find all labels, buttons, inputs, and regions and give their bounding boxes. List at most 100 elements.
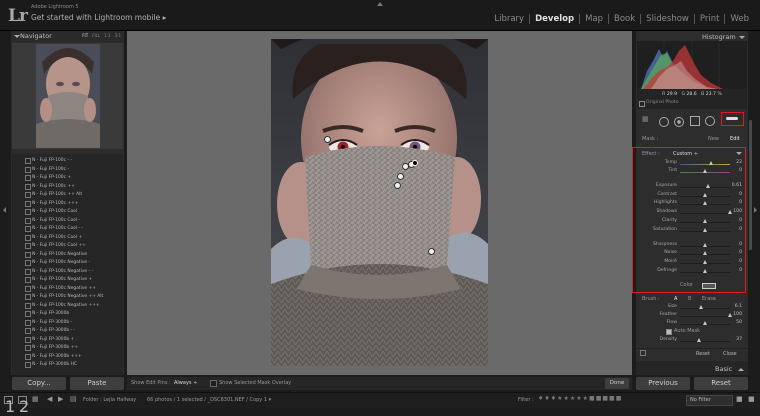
preset-icon bbox=[25, 319, 31, 326]
zoom-3-1[interactable]: 3:1 bbox=[115, 33, 121, 38]
preset-label: N - Fuji FP-100c Negative bbox=[32, 251, 88, 257]
navigator-preview[interactable] bbox=[12, 43, 123, 149]
preset-item[interactable]: N - Fuji FP-100c - bbox=[25, 166, 69, 173]
preset-item[interactable]: N - Fuji FP-100c ++ bbox=[25, 183, 75, 190]
show-edit-pins-label: Show Edit Pins : bbox=[131, 380, 171, 386]
preset-label: N - Fuji FP-100c Negative ++ bbox=[32, 285, 96, 291]
density-slider: Density 37 bbox=[636, 31, 748, 375]
lightroom-logo: Lr bbox=[8, 6, 28, 26]
brush-toggle-switch-icon[interactable] bbox=[640, 350, 646, 356]
folder-icon: ▤ bbox=[70, 395, 77, 403]
preset-item[interactable]: N - Fuji FP-100c +++ bbox=[25, 200, 78, 207]
module-print[interactable]: Print bbox=[693, 14, 725, 24]
show-edit-pins-select[interactable]: Always ÷ bbox=[174, 380, 197, 386]
preset-icon bbox=[25, 294, 31, 300]
filter-select[interactable]: No Filter bbox=[686, 395, 733, 406]
preset-label: N - Fuji FP-3000b - bbox=[32, 319, 73, 325]
forward-arrow-icon[interactable]: ▶ bbox=[58, 395, 63, 403]
preset-item[interactable]: N - Fuji FP-3000b +++ bbox=[25, 353, 82, 360]
adjustment-pin-selected[interactable] bbox=[412, 160, 418, 166]
paste-button[interactable]: Paste bbox=[70, 377, 124, 390]
module-develop[interactable]: Develop bbox=[529, 14, 579, 24]
zoom-fit[interactable]: FIT bbox=[82, 33, 88, 38]
back-arrow-icon[interactable]: ◀ bbox=[47, 395, 52, 403]
folder-path[interactable]: Folder : Lejla Hallway bbox=[83, 397, 136, 403]
previous-button[interactable]: Previous bbox=[636, 377, 690, 390]
module-web[interactable]: Web bbox=[724, 14, 754, 24]
preset-icon bbox=[25, 217, 31, 224]
filter-lock-icon[interactable]: ■ bbox=[736, 395, 743, 403]
preset-item[interactable]: N - Fuji FP-100c Negative bbox=[25, 251, 88, 258]
navigator-header[interactable]: Navigator FIT FILL 1:1 3:1 bbox=[11, 31, 124, 42]
rating-filter-stars[interactable]: ♦♦♦★★★★★■■■■■ bbox=[538, 395, 622, 402]
preset-icon bbox=[25, 311, 31, 317]
preset-item[interactable]: N - Fuji FP-100c Cool bbox=[25, 209, 77, 215]
preset-item[interactable]: N - Fuji FP-100c - - bbox=[25, 158, 72, 164]
done-button[interactable]: Done bbox=[605, 378, 629, 389]
close-link[interactable]: Close bbox=[723, 351, 737, 357]
mask-overlay-checkbox[interactable] bbox=[210, 380, 217, 387]
collapse-right-arrow-icon[interactable] bbox=[754, 207, 757, 213]
preset-label: N - Fuji FP-3000b ++ bbox=[32, 345, 78, 350]
preset-item[interactable]: N - Fuji FP-100c Negative - bbox=[25, 260, 91, 266]
image-area[interactable] bbox=[127, 31, 632, 375]
preset-label: N - Fuji FP-100c Negative - bbox=[32, 260, 91, 265]
module-slideshow[interactable]: Slideshow bbox=[640, 14, 694, 24]
slider-track[interactable] bbox=[680, 341, 730, 342]
reset-link[interactable]: Reset bbox=[696, 351, 710, 357]
adjustment-pin-hand[interactable] bbox=[428, 248, 435, 255]
preset-item[interactable]: N - Fuji FP-3000b - bbox=[25, 319, 73, 326]
copy-button[interactable]: Copy... bbox=[12, 377, 66, 390]
page-1-icon[interactable]: 1 bbox=[4, 396, 15, 416]
preset-item[interactable]: N - Fuji FP-100c + bbox=[25, 175, 71, 181]
basic-expand-icon bbox=[738, 368, 744, 371]
module-picker: Library Develop Map Book Slideshow Print… bbox=[489, 14, 754, 24]
preset-label: N - Fuji FP-100c Negative + bbox=[32, 277, 93, 282]
preset-item[interactable]: N - Fuji FP-100c ++ Alt bbox=[25, 192, 82, 198]
zoom-1-1[interactable]: 1:1 bbox=[104, 33, 110, 38]
page-2-icon[interactable]: 2 bbox=[18, 396, 29, 416]
preset-item[interactable]: N - Fuji FP-3000b + bbox=[25, 336, 74, 343]
preset-item[interactable]: N - Fuji FP-100c Negative + bbox=[25, 277, 93, 283]
preset-icon bbox=[25, 277, 31, 283]
slider-density[interactable]: Density 37 bbox=[636, 337, 744, 345]
adjustment-pin-cheek[interactable] bbox=[397, 173, 404, 180]
collapse-top-arrow-icon[interactable] bbox=[377, 2, 383, 6]
preset-item[interactable]: N - Fuji FP-3000b HC bbox=[25, 362, 77, 368]
module-book[interactable]: Book bbox=[608, 14, 640, 24]
preset-item[interactable]: N - Fuji FP-3000b bbox=[25, 311, 69, 317]
right-panel-scrollbar[interactable] bbox=[749, 120, 752, 250]
preset-item[interactable]: N - Fuji FP-100c Negative ++ Alt bbox=[25, 294, 103, 300]
slider-thumb[interactable] bbox=[696, 338, 701, 342]
adjustment-pin-forehead[interactable] bbox=[324, 136, 331, 143]
left-panel: Navigator FIT FILL 1:1 3:1 N - Fuji FP-1… bbox=[11, 31, 124, 375]
collapse-left-arrow-icon[interactable] bbox=[3, 207, 6, 213]
preset-item[interactable]: N - Fuji FP-100c Cool - bbox=[25, 217, 80, 224]
main-photo[interactable] bbox=[271, 39, 488, 366]
filmstrip-toggle-icon[interactable]: ■ bbox=[748, 395, 755, 403]
slider-value[interactable]: 37 bbox=[736, 337, 742, 342]
reset-button[interactable]: Reset bbox=[694, 377, 748, 390]
preset-icon bbox=[25, 353, 31, 360]
adjustment-pin-cheek-2[interactable] bbox=[394, 182, 401, 189]
zoom-fill[interactable]: FILL bbox=[92, 33, 100, 38]
preset-icon bbox=[25, 166, 31, 173]
preset-item[interactable]: N - Fuji FP-100c Cool - - bbox=[25, 226, 83, 232]
preset-icon bbox=[25, 345, 31, 351]
preset-item[interactable]: N - Fuji FP-100c Negative - - bbox=[25, 268, 93, 275]
preset-icon bbox=[25, 251, 31, 258]
basic-panel-header[interactable]: Basic bbox=[636, 361, 748, 375]
preset-item[interactable]: N - Fuji FP-100c Negative ++ bbox=[25, 285, 96, 292]
preset-item[interactable]: N - Fuji FP-100c Negative +++ bbox=[25, 302, 100, 309]
edit-toolbar: Show Edit Pins : Always ÷ Show Selected … bbox=[127, 377, 632, 390]
module-library[interactable]: Library bbox=[489, 14, 529, 24]
module-map[interactable]: Map bbox=[579, 14, 608, 24]
grid-view-icon[interactable]: ▦ bbox=[32, 395, 39, 403]
mobile-promo-link[interactable]: Get started with Lightroom mobile ▸ bbox=[31, 13, 166, 22]
preset-item[interactable]: N - Fuji FP-100c Cool + bbox=[25, 234, 82, 241]
preset-item[interactable]: N - Fuji FP-3000b - - bbox=[25, 328, 75, 334]
preset-item[interactable]: N - Fuji FP-100c Cool ++ bbox=[25, 243, 86, 249]
preset-item[interactable]: N - Fuji FP-3000b ++ bbox=[25, 345, 78, 351]
preset-icon bbox=[25, 192, 31, 198]
selection-info[interactable]: 66 photos / 1 selected / _DSC6301.NEF / … bbox=[147, 397, 271, 403]
